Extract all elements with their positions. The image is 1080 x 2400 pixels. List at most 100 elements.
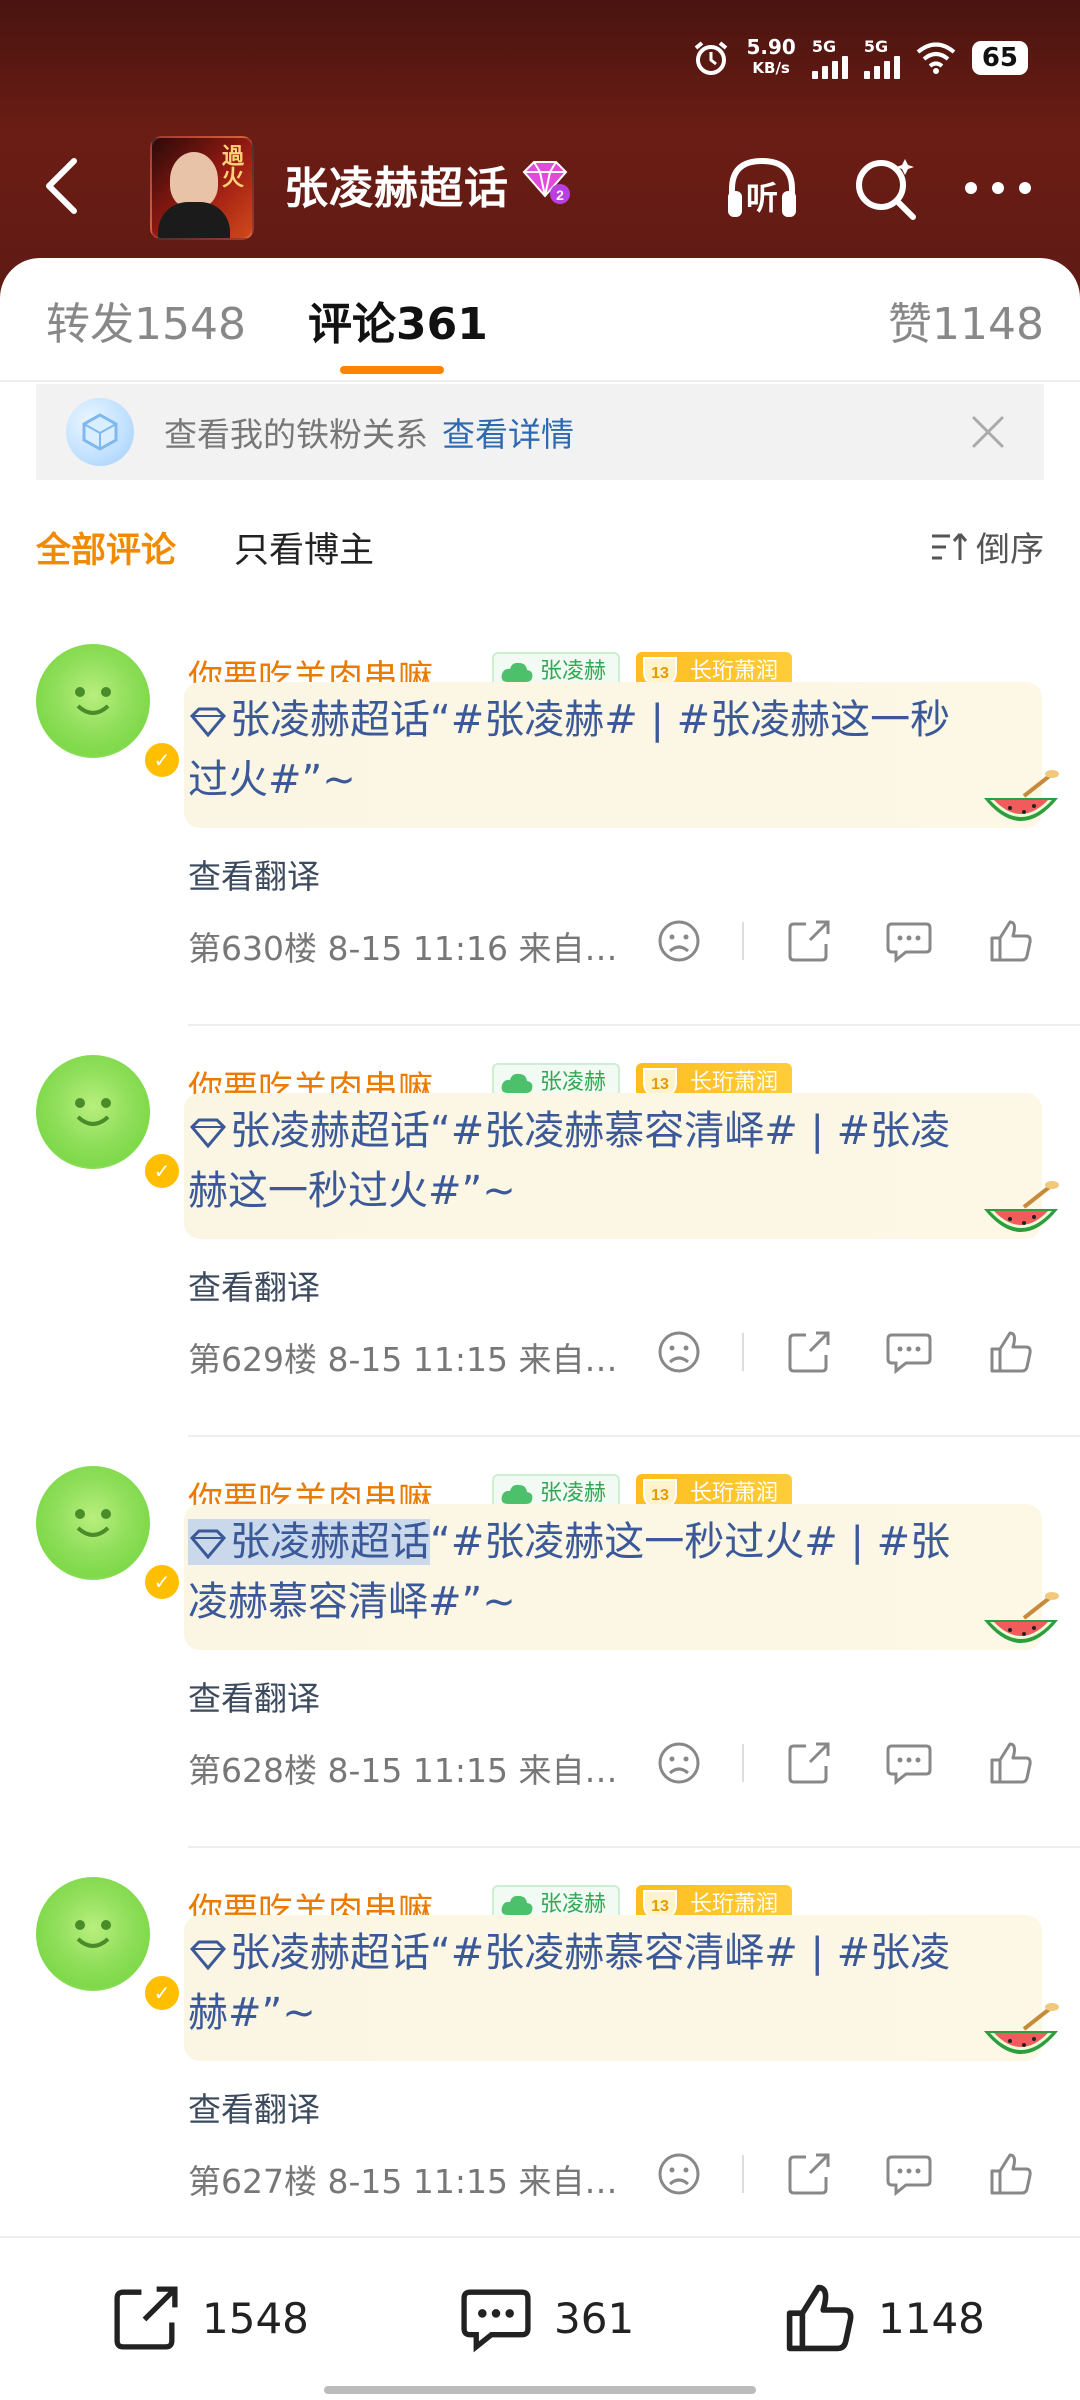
home-indicator[interactable] bbox=[324, 2386, 756, 2394]
floor-number: 第628楼 bbox=[188, 1751, 317, 1790]
filter-row: 全部评论 只看博主 倒序 bbox=[0, 522, 1080, 582]
action-separator bbox=[742, 922, 744, 960]
filter-all-comments[interactable]: 全部评论 bbox=[36, 522, 176, 573]
level-number: 13 bbox=[651, 1898, 669, 1915]
listen-button[interactable]: 听 bbox=[724, 150, 800, 226]
alarm-icon bbox=[695, 41, 728, 75]
comment-time: 8-15 11:15 bbox=[327, 1340, 509, 1379]
action-separator bbox=[742, 2155, 744, 2193]
sad-face-icon[interactable] bbox=[654, 916, 704, 966]
topic-link[interactable]: 张凌赫超话 bbox=[230, 1108, 430, 1154]
action-separator bbox=[742, 1333, 744, 1371]
floor-number: 第629楼 bbox=[188, 1340, 317, 1379]
fan-tag-label: 张凌赫 bbox=[540, 659, 607, 684]
avatar[interactable]: ✓ bbox=[36, 644, 182, 780]
like-icon[interactable] bbox=[986, 2149, 1036, 2199]
tab-repost[interactable]: 转发1548 bbox=[46, 288, 246, 352]
view-translation[interactable]: 查看翻译 bbox=[188, 850, 320, 898]
watermelon-sticker-icon bbox=[984, 1181, 1059, 1232]
net-speed-unit: KB/s bbox=[752, 59, 790, 77]
sad-face-icon[interactable] bbox=[654, 1327, 704, 1377]
fan-banner-link[interactable]: 查看详情 bbox=[442, 408, 574, 456]
tab-comments-count: 361 bbox=[396, 299, 488, 350]
repost-count: 1548 bbox=[202, 2293, 309, 2343]
topic-link[interactable]: 张凌赫超话 bbox=[230, 1519, 430, 1565]
share-icon[interactable] bbox=[784, 2149, 834, 2199]
comment-meta: 第629楼 8-15 11:15 来自… bbox=[188, 1333, 618, 1381]
topic-link[interactable]: 张凌赫超话 bbox=[230, 697, 430, 743]
tab-repost-label: 转发 bbox=[46, 299, 134, 350]
topic-cover-image[interactable]: 過火 bbox=[150, 136, 254, 240]
active-tab-indicator bbox=[340, 366, 444, 374]
comment-icon[interactable] bbox=[884, 916, 934, 966]
level-name: 长珩萧润 bbox=[690, 1892, 779, 1917]
comment-icon[interactable] bbox=[884, 1738, 934, 1788]
view-translation[interactable]: 查看翻译 bbox=[188, 2083, 320, 2131]
comment-text[interactable]: 张凌赫超话“#张凌赫慕容清峄# | #张凌赫#”~ bbox=[188, 1923, 988, 2043]
comment-text[interactable]: 张凌赫超话“#张凌赫# | #张凌赫这一秒过火#”~ bbox=[188, 690, 988, 810]
avatar[interactable]: ✓ bbox=[36, 1877, 182, 2013]
fan-tag-label: 张凌赫 bbox=[540, 1481, 607, 1506]
repost-button[interactable]: 1548 bbox=[108, 2278, 309, 2358]
tab-likes[interactable]: 赞1148 bbox=[888, 288, 1044, 352]
like-count: 1148 bbox=[878, 2293, 985, 2343]
verified-icon: ✓ bbox=[142, 1562, 182, 1602]
sad-face-icon[interactable] bbox=[654, 2149, 704, 2199]
comment-meta: 第630楼 8-15 11:16 来自… bbox=[188, 922, 618, 970]
search-button[interactable] bbox=[848, 150, 924, 226]
topic-link[interactable]: 张凌赫超话 bbox=[230, 1930, 430, 1976]
search-icon bbox=[856, 159, 916, 220]
net-speed-value: 5.90 bbox=[746, 35, 796, 59]
topic-level: 2 bbox=[556, 187, 564, 203]
back-button[interactable] bbox=[36, 154, 86, 218]
bottom-action-bar: 1548 361 1148 bbox=[0, 2236, 1080, 2400]
sad-face-icon[interactable] bbox=[654, 1738, 704, 1788]
share-icon[interactable] bbox=[784, 1327, 834, 1377]
comment-icon[interactable] bbox=[884, 1327, 934, 1377]
watermelon-sticker-icon bbox=[984, 1592, 1059, 1643]
tab-comments[interactable]: 评论361 bbox=[308, 288, 488, 352]
diamond-topic-icon bbox=[189, 1529, 227, 1559]
comment-item[interactable]: ✓ 你要吃羊肉串嘛_ 张凌赫 13 长珩萧润 张凌赫超话“#张凌赫这一秒过火# … bbox=[0, 1446, 1080, 1857]
like-button[interactable]: 1148 bbox=[780, 2278, 985, 2358]
avatar-face bbox=[75, 687, 111, 715]
avatar[interactable]: ✓ bbox=[36, 1055, 182, 1191]
like-icon[interactable] bbox=[986, 1738, 1036, 1788]
like-icon[interactable] bbox=[986, 1327, 1036, 1377]
comment-item[interactable]: ✓ 你要吃羊肉串嘛_ 张凌赫 13 长珩萧润 张凌赫超话“#张凌赫慕容清峄# |… bbox=[0, 1857, 1080, 2268]
comment-item[interactable]: ✓ 你要吃羊肉串嘛_ 张凌赫 13 长珩萧润 张凌赫超话“#张凌赫# | #张凌… bbox=[0, 624, 1080, 1035]
floor-number: 第630楼 bbox=[188, 929, 317, 968]
topic-header: 5.90 KB/s 5G 5G 65 過火 张凌赫超话 2 听 bbox=[0, 0, 1080, 300]
comment-item[interactable]: ✓ 你要吃羊肉串嘛_ 张凌赫 13 长珩萧润 张凌赫超话“#张凌赫慕容清峄# |… bbox=[0, 1035, 1080, 1446]
cloud-icon bbox=[501, 1484, 533, 1504]
view-translation[interactable]: 查看翻译 bbox=[188, 1261, 320, 1309]
share-icon[interactable] bbox=[784, 1738, 834, 1788]
tabs-divider bbox=[0, 380, 1080, 382]
cover-text: 過火 bbox=[218, 144, 243, 188]
comment-button[interactable]: 361 bbox=[456, 2278, 634, 2358]
more-icon bbox=[965, 182, 1031, 194]
share-icon[interactable] bbox=[784, 916, 834, 966]
sort-button[interactable]: 倒序 bbox=[930, 522, 1044, 571]
close-icon[interactable] bbox=[968, 412, 1008, 452]
comment-text[interactable]: 张凌赫超话“#张凌赫这一秒过火# | #张凌赫慕容清峄#”~ bbox=[188, 1512, 988, 1632]
like-icon[interactable] bbox=[986, 916, 1036, 966]
avatar-face bbox=[75, 1098, 111, 1126]
sort-label: 倒序 bbox=[976, 530, 1044, 570]
view-translation[interactable]: 查看翻译 bbox=[188, 1672, 320, 1720]
comment-count: 361 bbox=[554, 2293, 635, 2343]
comment-icon[interactable] bbox=[884, 2149, 934, 2199]
fan-banner-text: 查看我的铁粉关系 bbox=[164, 415, 428, 454]
comment-source: 来自… bbox=[518, 929, 618, 968]
avatar[interactable]: ✓ bbox=[36, 1466, 182, 1602]
comment-source: 来自… bbox=[518, 2162, 618, 2201]
topic-title[interactable]: 张凌赫超话 bbox=[284, 152, 509, 216]
fan-tag-label: 张凌赫 bbox=[540, 1892, 607, 1917]
comment-text[interactable]: 张凌赫超话“#张凌赫慕容清峄# | #张凌赫这一秒过火#”~ bbox=[188, 1101, 988, 1221]
filter-blogger-only[interactable]: 只看博主 bbox=[234, 522, 374, 573]
share-icon bbox=[114, 2286, 178, 2350]
fan-relation-banner[interactable]: 查看我的铁粉关系 查看详情 bbox=[36, 384, 1044, 480]
verified-icon: ✓ bbox=[142, 1973, 182, 2013]
comment-meta: 第627楼 8-15 11:15 来自… bbox=[188, 2155, 618, 2203]
more-button[interactable] bbox=[960, 150, 1036, 226]
